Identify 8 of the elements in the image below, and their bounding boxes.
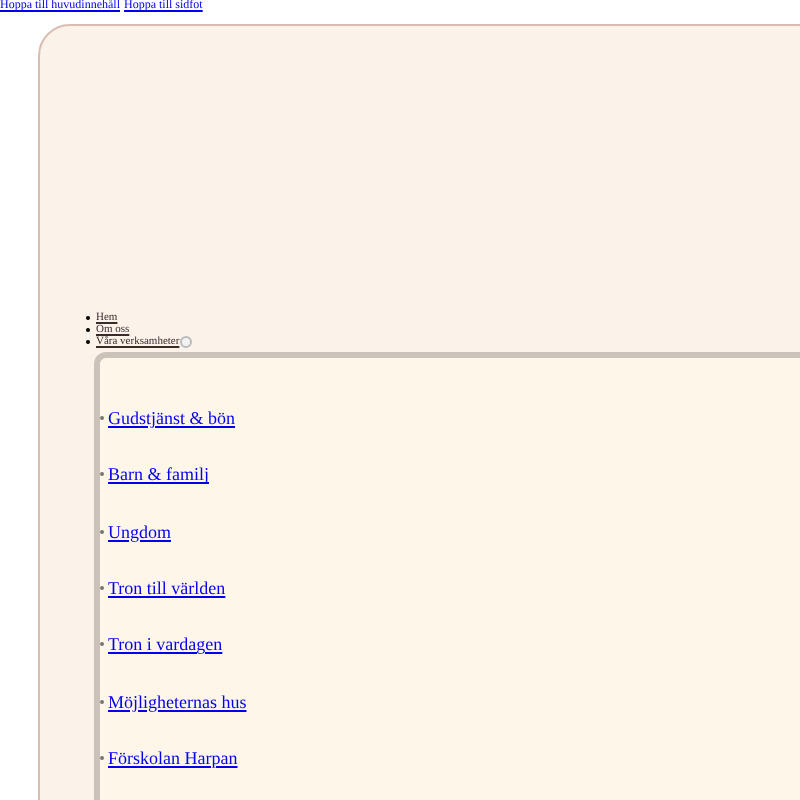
submenu-link[interactable]: Gudstjänst & bön xyxy=(108,408,236,429)
submenu-link[interactable]: Tron i vardagen xyxy=(108,634,223,655)
submenu-link[interactable]: Förskolan Harpan xyxy=(108,747,238,768)
submenu-link[interactable]: Barn & familj xyxy=(108,464,209,485)
submenu-link[interactable]: Ungdom xyxy=(108,521,171,542)
submenu-link[interactable]: Tron till världen xyxy=(108,578,226,599)
submenu-toggle[interactable] xyxy=(179,336,192,348)
submenu-link[interactable]: Möjligheternas hus xyxy=(108,691,247,712)
